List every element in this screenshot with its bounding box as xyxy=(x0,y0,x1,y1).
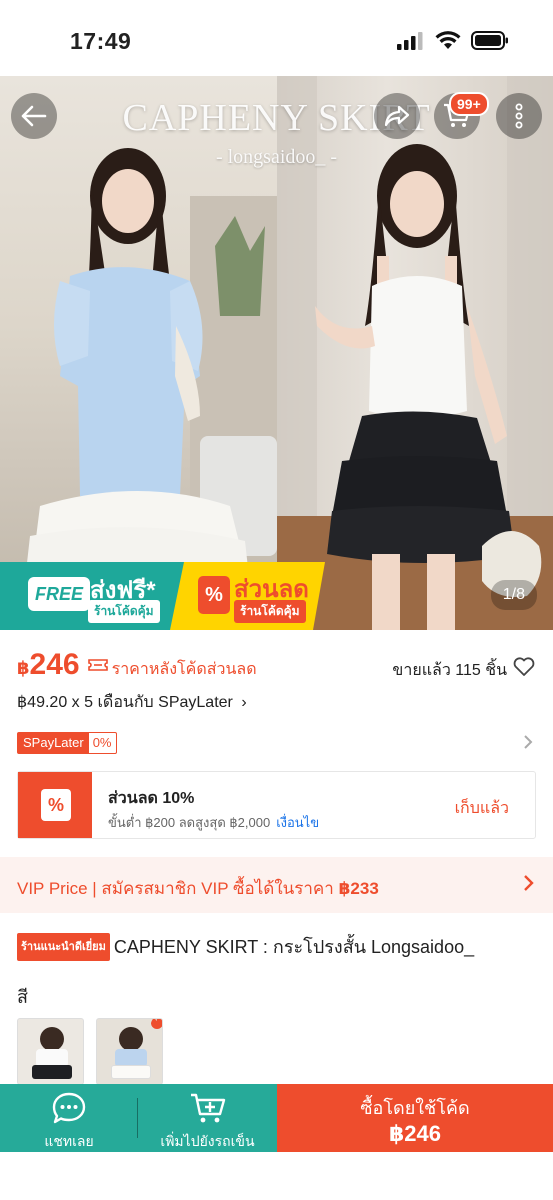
discount-banner-subtitle: ร้านโค้ดคุ้ม xyxy=(234,600,306,623)
spaylater-label: SPayLater xyxy=(18,733,89,753)
cart-badge: 99+ xyxy=(449,92,489,116)
price-currency: ฿ xyxy=(17,658,30,678)
spaylater-tag: SPayLater 0% xyxy=(17,732,117,754)
price-after-code-note: ราคาหลังโค้ดส่วนลด xyxy=(111,661,257,678)
voucher-stub: % xyxy=(18,772,92,838)
vip-price-row[interactable]: VIP Price | สมัครสมาชิก VIP ซื้อได้ในราค… xyxy=(0,857,553,913)
image-page-indicator: 1/8 xyxy=(490,580,537,610)
price-row: ฿ 246 ราคาหลังโค้ดส่วนลด xyxy=(17,648,257,682)
back-arrow-icon xyxy=(21,105,47,127)
vip-price-text: VIP Price | สมัครสมาชิก VIP ซื้อได้ในราค… xyxy=(17,875,379,902)
more-vertical-icon xyxy=(515,103,523,129)
status-icons xyxy=(397,31,509,50)
cellular-signal-icon xyxy=(397,31,423,50)
bottom-action-bar: แชทเลย เพิ่มไปยังรถเข็น ซื้อโดยใช้โค้ด ฿… xyxy=(0,1084,553,1152)
buy-with-code-label: ซื้อโดยใช้โค้ด xyxy=(360,1098,470,1118)
shop-voucher-card[interactable]: % ส่วนลด 10% ขั้นต่ำ ฿200 ลดสูงสุด ฿2,00… xyxy=(17,771,536,839)
chevron-right-icon xyxy=(524,875,534,891)
hot-fire-icon xyxy=(151,1019,162,1029)
vip-chevron xyxy=(523,872,535,898)
chevron-right-icon xyxy=(524,735,533,749)
voucher-shop-icon: % xyxy=(41,789,71,821)
chat-icon xyxy=(52,1092,86,1124)
more-options-button[interactable] xyxy=(496,93,542,139)
variant-thumbnail-black[interactable] xyxy=(17,1018,84,1085)
chat-button[interactable]: แชทเลย xyxy=(0,1084,138,1152)
installment-text: ฿49.20 x 5 เดือนกับ SPayLater xyxy=(17,694,233,711)
add-to-cart-icon xyxy=(190,1093,225,1123)
product-title: ร้านแนะนำดีเยี่ยม CAPHENY SKIRT : กระโปรง… xyxy=(17,933,537,961)
voucher-claimed-button[interactable]: เก็บแล้ว xyxy=(455,796,509,821)
voucher-condition-text: ขั้นต่ำ ฿200 ลดสูงสุด ฿2,000 xyxy=(108,815,271,830)
back-button[interactable] xyxy=(11,93,57,139)
add-to-cart-label: เพิ่มไปยังรถเข็น xyxy=(160,1133,255,1149)
share-button[interactable] xyxy=(374,93,420,139)
price-value: 246 xyxy=(29,648,80,681)
buy-with-code-button[interactable]: ซื้อโดยใช้โค้ด ฿246 xyxy=(277,1084,553,1152)
installment-info[interactable]: ฿49.20 x 5 เดือนกับ SPayLater › xyxy=(17,690,247,715)
wifi-icon xyxy=(435,31,461,49)
add-to-cart-button[interactable]: เพิ่มไปยังรถเข็น xyxy=(138,1084,277,1152)
status-time: 17:49 xyxy=(70,28,132,54)
hero-subtitle: - longsaidoo_ - xyxy=(215,146,338,168)
vip-price-value: ฿233 xyxy=(338,879,379,898)
discount-percent-icon: % xyxy=(198,576,230,614)
voucher-title: ส่วนลด 10% xyxy=(108,790,195,807)
vip-text-label: VIP Price | สมัครสมาชิก VIP ซื้อได้ในราค… xyxy=(17,879,339,898)
chat-button-label: แชทเลย xyxy=(44,1133,94,1149)
voucher-condition: ขั้นต่ำ ฿200 ลดสูงสุด ฿2,000 เงื่อนไข xyxy=(108,812,319,833)
free-shipping-truck-icon: FREE xyxy=(28,577,90,611)
variant-thumbnails xyxy=(17,1018,163,1085)
free-shipping-banner: FREE ส่งฟรี* ร้านโค้ดคุ้ม xyxy=(0,562,185,630)
preferred-shop-tag: ร้านแนะนำดีเยี่ยม xyxy=(17,933,110,961)
battery-icon xyxy=(471,31,508,50)
share-icon xyxy=(384,105,410,127)
product-option-label: สี xyxy=(17,987,28,1007)
product-image-gallery[interactable]: CAPHENY SKIRT - longsaidoo_ - 99+ FREE ส… xyxy=(0,76,553,630)
discount-banner: % ส่วนลด ร้านโค้ดคุ้ม xyxy=(170,562,325,630)
voucher-terms-link[interactable]: เงื่อนไข xyxy=(276,815,319,830)
sold-count: ขายแล้ว 115 ชิ้น xyxy=(392,662,507,679)
coupon-icon xyxy=(87,659,108,671)
status-bar: 17:49 xyxy=(0,0,553,76)
variant-thumbnail-white[interactable] xyxy=(96,1018,163,1085)
chevron-right-icon: › xyxy=(241,694,247,711)
heart-icon xyxy=(513,657,535,676)
product-title-text: CAPHENY SKIRT : กระโปรงสั้น Longsaidoo_ xyxy=(113,937,475,957)
spaylater-rate: 0% xyxy=(92,735,112,750)
favorite-button[interactable] xyxy=(513,657,535,682)
buy-with-code-price: ฿246 xyxy=(388,1121,441,1146)
free-shipping-subtitle: ร้านโค้ดคุ้ม xyxy=(88,600,160,623)
spaylater-chevron[interactable] xyxy=(523,733,533,756)
